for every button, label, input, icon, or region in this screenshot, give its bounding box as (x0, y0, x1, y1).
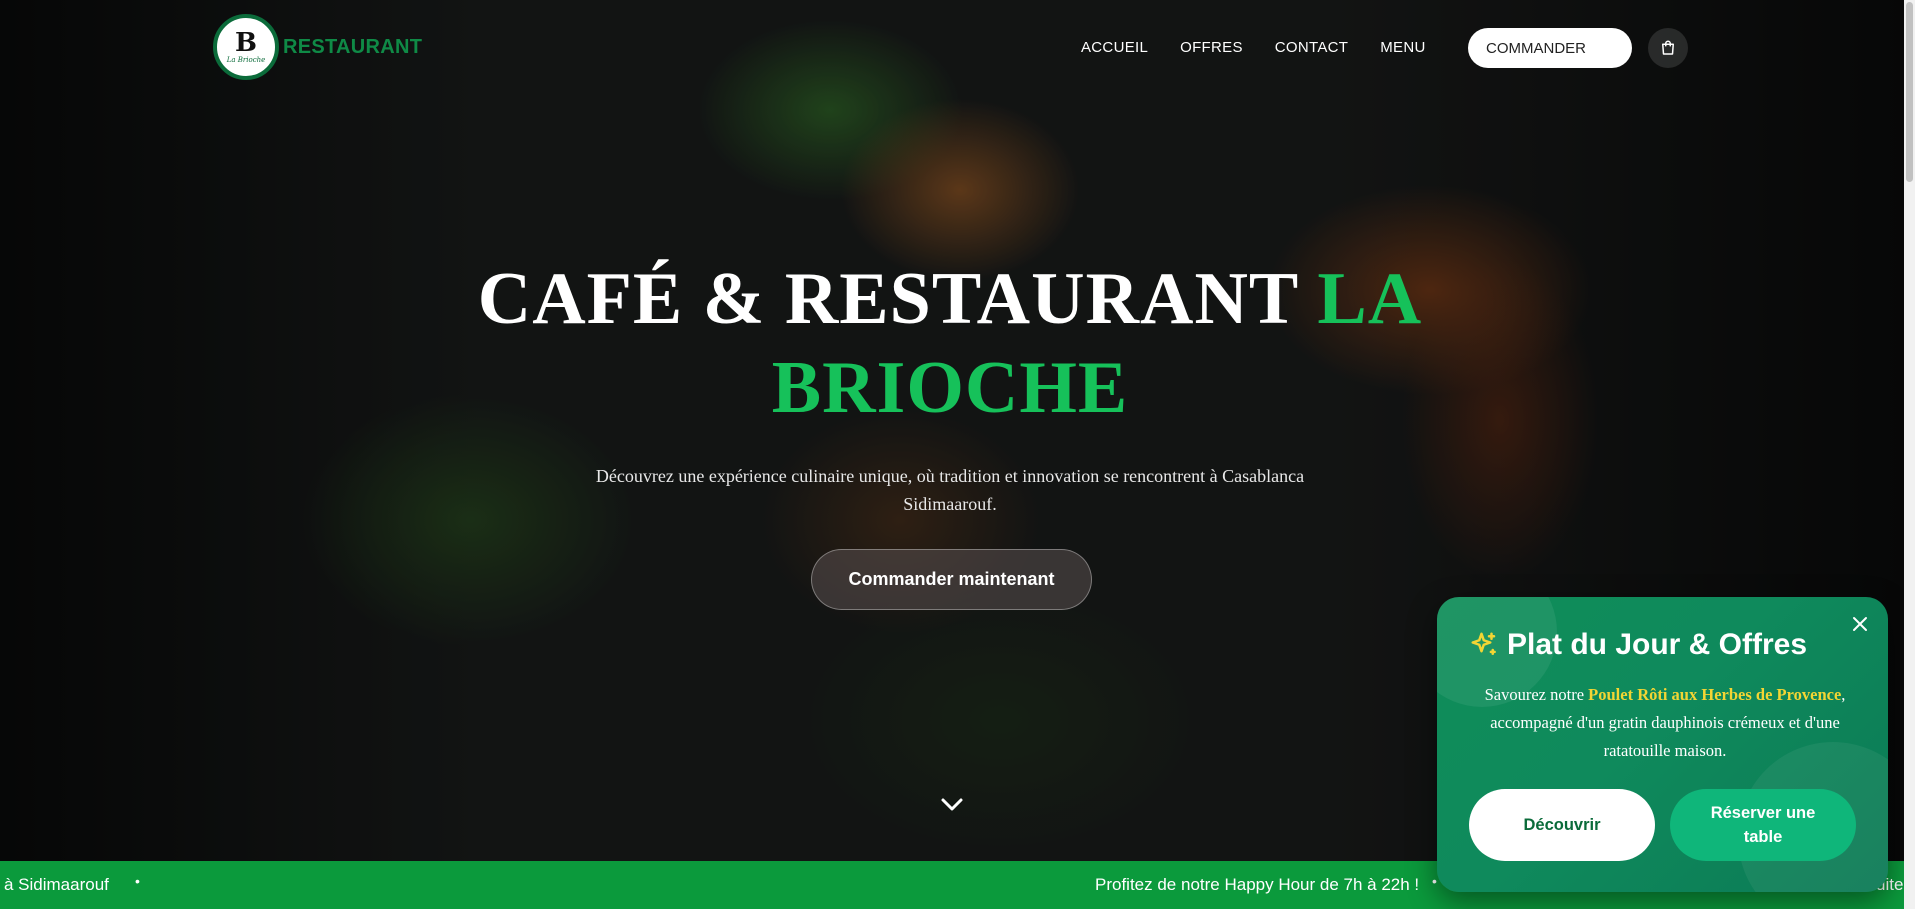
shopping-bag-icon (1662, 40, 1674, 55)
sparkles-icon (1471, 632, 1496, 655)
ticker-item: Profitez de notre Happy Hour de 7h à 22h… (1095, 875, 1420, 894)
nav-links: ACCUEIL OFFRES CONTACT MENU (1081, 39, 1426, 56)
hero-title-main: CAFÉ & RESTAURANT (477, 258, 1298, 340)
nav-link-accueil[interactable]: ACCUEIL (1081, 39, 1148, 56)
page-scrollbar[interactable] (1904, 0, 1915, 909)
nav-link-offres[interactable]: OFFRES (1180, 39, 1243, 56)
reserve-table-button[interactable]: Réserver une table (1670, 789, 1856, 861)
discover-button[interactable]: Découvrir (1469, 789, 1655, 861)
ticker-separator: • (135, 873, 140, 889)
dish-highlight: Poulet Rôti aux Herbes de Provence (1588, 685, 1842, 704)
order-now-button[interactable]: Commander maintenant (811, 549, 1092, 610)
popup-header: Plat du Jour & Offres (1469, 628, 1807, 662)
commander-button[interactable]: COMMANDER (1468, 28, 1632, 68)
close-icon[interactable] (1851, 615, 1869, 633)
popup-text-before: Savourez notre (1484, 685, 1585, 704)
scrollbar-thumb[interactable] (1906, 2, 1913, 182)
logo[interactable]: B La Brioche RESTAURANT (213, 14, 422, 80)
hero-title: CAFÉ & RESTAURANT LA BRIOCHE (400, 255, 1500, 433)
ticker-item: à Sidimaarouf (4, 875, 109, 894)
hero-subtitle: Découvrez une expérience culinaire uniqu… (595, 466, 1305, 514)
logo-badge: B La Brioche (213, 14, 279, 80)
brand-name: RESTAURANT (283, 35, 423, 58)
logo-script: La Brioche (226, 56, 266, 64)
popup-title: Plat du Jour & Offres (1507, 628, 1808, 661)
navbar: B La Brioche RESTAURANT ACCUEIL OFFRES C… (0, 0, 1904, 95)
ticker-separator: • (1432, 873, 1437, 889)
logo-letter: B (235, 28, 257, 58)
popup-description: Savourez notre Poulet Rôti aux Herbes de… (1470, 681, 1860, 765)
cart-button[interactable] (1648, 28, 1688, 68)
nav-link-contact[interactable]: CONTACT (1275, 39, 1348, 56)
chevron-down-icon[interactable] (939, 795, 965, 815)
nav-link-menu[interactable]: MENU (1380, 39, 1425, 56)
